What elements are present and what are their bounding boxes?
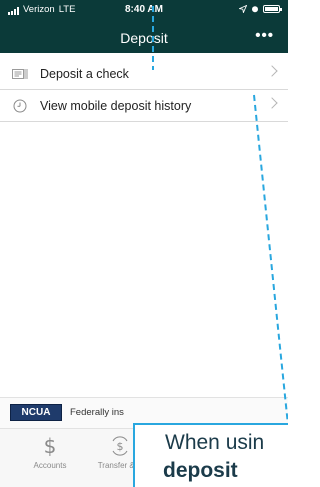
- callout-line-2: deposit: [163, 459, 238, 482]
- tutorial-callout: When usin deposit: [133, 423, 288, 487]
- callout-line-1: When usin: [165, 431, 265, 454]
- phone-screen: Verizon LTE 8:40 AM Deposit ••• Deposit …: [0, 0, 288, 487]
- tutorial-pointer-lines: [152, 6, 288, 426]
